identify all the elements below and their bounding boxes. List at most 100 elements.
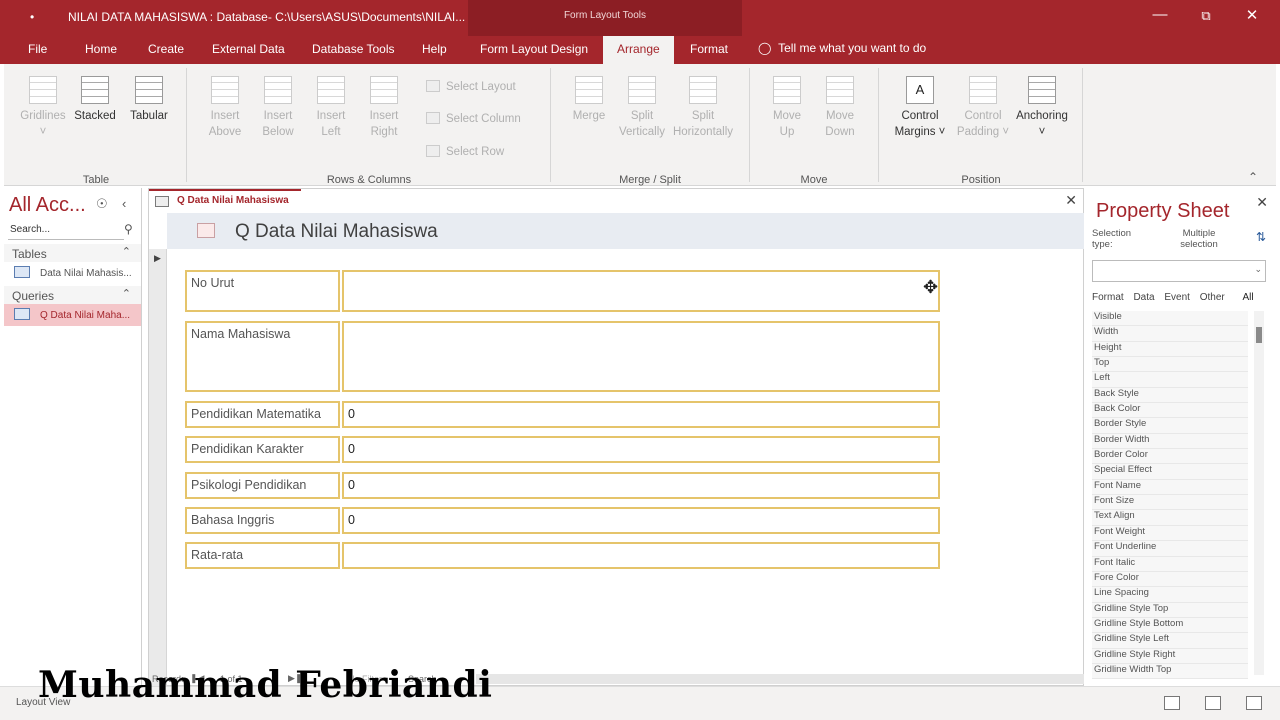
property-row[interactable]: Font Underline <box>1092 541 1248 557</box>
field-value[interactable] <box>342 542 940 569</box>
tab-file[interactable]: File <box>28 42 47 56</box>
field-label[interactable]: Pendidikan Matematika <box>185 401 340 428</box>
property-row[interactable]: Special Effect <box>1092 464 1248 480</box>
control-padding-button[interactable]: Control Padding ˅ <box>954 76 1012 140</box>
nav-item-table[interactable]: Data Nilai Mahasis... <box>4 262 141 284</box>
tab-help[interactable]: Help <box>422 42 447 56</box>
field-label[interactable]: Psikologi Pendidikan <box>185 472 340 499</box>
tab-arrange[interactable]: Arrange <box>603 36 674 64</box>
minimize-icon[interactable]: — <box>1150 6 1170 23</box>
tables-group-header[interactable]: Tables ⌃ <box>4 244 141 262</box>
tell-me-box[interactable]: ◯ Tell me what you want to do <box>758 41 926 55</box>
horizontal-scrollbar[interactable] <box>476 674 1084 684</box>
tab-data-props[interactable]: Data <box>1133 292 1154 303</box>
gridlines-button[interactable]: Gridlines ˅ <box>18 76 68 140</box>
property-row[interactable]: Gridline Style Top <box>1092 602 1248 618</box>
control-margins-button[interactable]: A Control Margins ˅ <box>890 76 950 140</box>
insert-above-button[interactable]: Insert Above <box>200 76 250 140</box>
tab-format[interactable]: Format <box>690 42 728 56</box>
tab-form-layout-design[interactable]: Form Layout Design <box>480 42 588 56</box>
field-value[interactable]: 0 <box>342 472 940 499</box>
property-row[interactable]: Gridline Width Top <box>1092 663 1248 680</box>
field-label[interactable]: No Urut <box>185 270 340 312</box>
property-row[interactable]: Text Align <box>1092 510 1248 526</box>
property-row[interactable]: Width <box>1092 326 1248 342</box>
insert-left-button[interactable]: Insert Left <box>306 76 356 140</box>
field-label[interactable]: Bahasa Inggris <box>185 507 340 534</box>
nav-item-query[interactable]: Q Data Nilai Maha... <box>4 304 141 326</box>
split-horizontally-button[interactable]: Split Horizontally <box>670 76 736 140</box>
close-icon[interactable]: ✕ <box>1242 6 1262 24</box>
merge-button[interactable]: Merge <box>564 76 614 124</box>
tab-other-props[interactable]: Other <box>1200 292 1225 303</box>
nav-search-input[interactable]: Search... <box>8 222 124 240</box>
queries-group-header[interactable]: Queries ⌃ <box>4 286 141 304</box>
layout-view-icon[interactable] <box>1205 696 1221 710</box>
property-scrollbar[interactable] <box>1254 311 1264 675</box>
nav-options-icon[interactable]: ☉ <box>96 196 108 212</box>
close-document-icon[interactable]: ✕ <box>1065 192 1077 209</box>
select-layout-button[interactable]: Select Layout <box>426 80 516 93</box>
property-row[interactable]: Top <box>1092 357 1248 373</box>
shutter-bar-icon[interactable]: ‹ <box>122 196 126 211</box>
move-up-button[interactable]: Move Up <box>764 76 810 140</box>
tab-external-data[interactable]: External Data <box>212 42 285 56</box>
field-value[interactable]: 0 <box>342 401 940 428</box>
property-row[interactable]: Gridline Style Bottom <box>1092 617 1248 634</box>
field-label[interactable]: Nama Mahasiswa <box>185 321 340 392</box>
search-icon[interactable]: ⚲ <box>124 222 133 236</box>
merge-icon <box>575 76 603 104</box>
sort-icon[interactable]: ⇅ <box>1256 230 1266 244</box>
field-value[interactable] <box>342 270 940 312</box>
selection-dropdown[interactable]: ⌄ <box>1092 260 1266 282</box>
scroll-thumb[interactable] <box>1256 327 1262 343</box>
collapse-ribbon-icon[interactable]: ⌃ <box>1248 170 1258 184</box>
tab-home[interactable]: Home <box>85 42 117 56</box>
field-label[interactable]: Rata-rata <box>185 542 340 569</box>
form-view-icon[interactable] <box>1164 696 1180 710</box>
design-view-icon[interactable] <box>1246 696 1262 710</box>
field-value[interactable]: 0 <box>342 507 940 534</box>
stacked-button[interactable]: Stacked <box>70 76 120 124</box>
property-row[interactable]: Back Color <box>1092 403 1248 419</box>
property-row[interactable]: Font Name <box>1092 479 1248 496</box>
tab-all-props[interactable]: All <box>1243 292 1254 303</box>
property-row[interactable]: Gridline Style Right <box>1092 648 1248 664</box>
property-row[interactable]: Left <box>1092 372 1248 388</box>
property-row[interactable]: Back Style <box>1092 387 1248 404</box>
insert-right-button[interactable]: Insert Right <box>359 76 409 140</box>
split-vertically-button[interactable]: Split Vertically <box>616 76 668 140</box>
tab-database-tools[interactable]: Database Tools <box>312 42 395 56</box>
nav-pane-title[interactable]: All Acc... <box>9 194 86 217</box>
property-row[interactable]: Fore Color <box>1092 571 1248 588</box>
property-row[interactable]: Line Spacing <box>1092 587 1248 603</box>
tab-format-props[interactable]: Format <box>1092 292 1124 303</box>
property-row[interactable]: Visible <box>1092 311 1248 327</box>
property-row[interactable]: Font Size <box>1092 495 1248 511</box>
field-value[interactable]: 0 <box>342 436 940 463</box>
select-row-button[interactable]: Select Row <box>426 145 504 158</box>
field-value[interactable] <box>342 321 940 392</box>
restore-icon[interactable]: ⧉ <box>1196 8 1216 24</box>
insert-below-button[interactable]: Insert Below <box>253 76 303 140</box>
select-column-button[interactable]: Select Column <box>426 112 521 125</box>
tabular-button[interactable]: Tabular <box>124 76 174 124</box>
tab-event-props[interactable]: Event <box>1164 292 1190 303</box>
document-tab[interactable]: Q Data Nilai Mahasiswa <box>149 189 301 213</box>
field-row: No Urut <box>185 270 941 312</box>
property-row[interactable]: Font Italic <box>1092 556 1248 572</box>
tab-create[interactable]: Create <box>148 42 184 56</box>
quick-access-toolbar[interactable]: • <box>30 10 34 24</box>
record-selector[interactable]: ▶ <box>149 249 167 686</box>
move-down-button[interactable]: Move Down <box>817 76 863 140</box>
property-row[interactable]: Border Color <box>1092 449 1248 465</box>
anchoring-button[interactable]: Anchoring ˅ <box>1012 76 1072 140</box>
property-row[interactable]: Height <box>1092 341 1248 358</box>
property-row[interactable]: Gridline Style Left <box>1092 633 1248 649</box>
property-row[interactable]: Border Style <box>1092 418 1248 434</box>
form-title[interactable]: Q Data Nilai Mahasiswa <box>235 221 438 243</box>
property-row[interactable]: Font Weight <box>1092 525 1248 542</box>
property-row[interactable]: Border Width <box>1092 433 1248 450</box>
field-label[interactable]: Pendidikan Karakter <box>185 436 340 463</box>
close-property-sheet-icon[interactable]: ✕ <box>1256 194 1268 211</box>
